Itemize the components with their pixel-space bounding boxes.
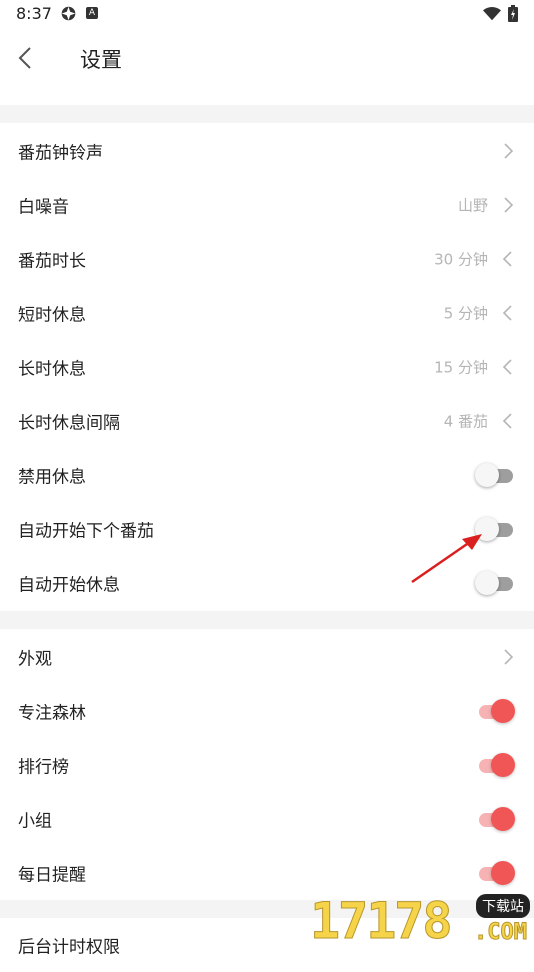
setting-white-noise[interactable]: 白噪音 山野 — [0, 178, 534, 232]
chevron-left-icon — [502, 305, 512, 321]
setting-label: 自动开始下个番茄 — [18, 521, 154, 542]
status-time: 8:37 — [16, 4, 52, 23]
setting-label: 短时休息 — [18, 305, 86, 326]
setting-long-break[interactable]: 长时休息 15 分钟 — [0, 340, 534, 394]
setting-group: 小组 — [0, 792, 534, 846]
setting-value: 山野 — [457, 196, 488, 215]
chevron-right-icon — [504, 143, 514, 159]
back-chevron-icon[interactable] — [16, 46, 36, 70]
chevron-right-icon — [504, 649, 514, 665]
setting-label: 番茄时长 — [18, 251, 86, 272]
chevron-left-icon — [502, 251, 512, 267]
setting-focus-forest: 专注森林 — [0, 684, 534, 738]
chevron-left-icon — [502, 359, 512, 375]
setting-label: 禁用休息 — [18, 467, 86, 488]
setting-label: 番茄钟铃声 — [18, 143, 103, 164]
chevron-left-icon — [502, 413, 512, 429]
app-header: 设置 — [0, 28, 534, 98]
setting-value: 4 番茄 — [443, 412, 488, 431]
setting-label: 专注森林 — [18, 703, 86, 724]
battery-icon — [508, 5, 518, 22]
setting-disable-break: 禁用休息 — [0, 448, 534, 502]
setting-label: 外观 — [18, 649, 52, 670]
chevron-right-icon — [504, 197, 514, 213]
setting-label: 长时休息间隔 — [18, 413, 120, 434]
setting-label: 长时休息 — [18, 359, 86, 380]
setting-label: 排行榜 — [18, 757, 69, 778]
setting-label: 后台计时权限 — [18, 937, 120, 958]
setting-value: 30 分钟 — [434, 250, 488, 269]
setting-label: 小组 — [18, 811, 52, 832]
a-icon: A — [86, 7, 98, 19]
leaderboard-toggle[interactable] — [475, 752, 515, 778]
satellite-icon — [61, 6, 76, 21]
watermark-logo: 17178 下载站 .COM — [310, 890, 534, 951]
page-title: 设置 — [80, 48, 122, 72]
setting-pomodoro-duration[interactable]: 番茄时长 30 分钟 — [0, 232, 534, 286]
setting-pomodoro-ringtone[interactable]: 番茄钟铃声 — [0, 124, 534, 178]
setting-appearance[interactable]: 外观 — [0, 630, 534, 684]
setting-label: 每日提醒 — [18, 865, 86, 886]
setting-label: 自动开始休息 — [18, 575, 120, 596]
watermark-text: 17178 — [310, 892, 454, 951]
setting-label: 白噪音 — [18, 197, 69, 218]
setting-value: 5 分钟 — [443, 304, 488, 323]
setting-short-break[interactable]: 短时休息 5 分钟 — [0, 286, 534, 340]
focus-forest-toggle[interactable] — [475, 698, 515, 724]
watermark-badge: 下载站 — [476, 894, 530, 918]
wifi-icon — [483, 7, 501, 21]
disable-break-toggle[interactable] — [475, 462, 515, 488]
setting-leaderboard: 排行榜 — [0, 738, 534, 792]
status-bar: 8:37 A — [0, 0, 534, 28]
group-toggle[interactable] — [475, 806, 515, 832]
section-divider — [0, 105, 534, 123]
section-divider — [0, 611, 534, 629]
daily-reminder-toggle[interactable] — [475, 860, 515, 886]
annotation-arrow-icon — [411, 534, 482, 584]
setting-value: 15 分钟 — [434, 358, 488, 377]
watermark-domain: .COM — [474, 920, 528, 946]
setting-long-break-interval[interactable]: 长时休息间隔 4 番茄 — [0, 394, 534, 448]
